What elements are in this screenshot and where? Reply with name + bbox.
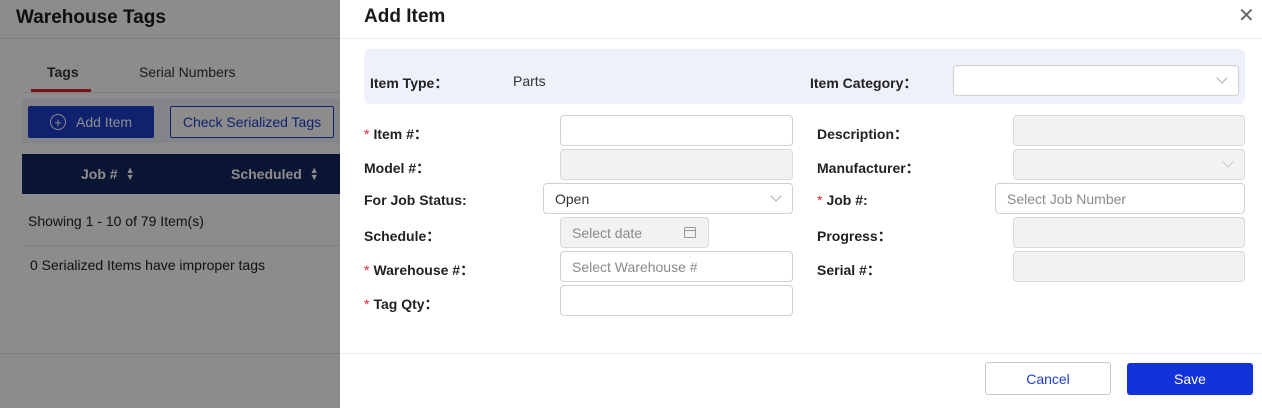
progress-label: Progress：	[817, 228, 892, 244]
description-label: Description：	[817, 126, 909, 142]
add-item-drawer: Add Item ✕ Item Type： Parts Item Categor…	[340, 0, 1262, 408]
calendar-icon	[684, 227, 696, 238]
divider	[340, 38, 1262, 39]
chevron-down-icon	[770, 190, 782, 202]
drawer-title: Add Item	[364, 6, 446, 27]
chevron-down-icon	[1216, 72, 1228, 84]
schedule-label: Schedule：	[364, 228, 441, 244]
item-type-panel: Item Type： Parts Item Category：	[364, 49, 1245, 104]
job-number-label: * Job #:	[817, 192, 868, 208]
item-number-label: * Item #：	[364, 126, 428, 142]
save-button[interactable]: Save	[1127, 363, 1253, 395]
job-status-select[interactable]: Open	[543, 183, 793, 214]
item-category-label: Item Category：	[810, 75, 918, 91]
description-field	[1013, 115, 1245, 146]
tag-qty-label: * Tag Qty：	[364, 296, 439, 312]
progress-field	[1013, 217, 1245, 248]
divider	[340, 353, 1262, 354]
model-number-label: Model #：	[364, 160, 431, 176]
close-icon[interactable]: ✕	[1238, 6, 1255, 26]
schedule-date-picker[interactable]: Select date	[560, 217, 709, 248]
manufacturer-label: Manufacturer：	[817, 160, 920, 176]
job-number-select[interactable]: Select Job Number	[995, 183, 1245, 214]
manufacturer-select	[1013, 149, 1245, 180]
warehouse-select[interactable]: Select Warehouse #	[560, 251, 793, 282]
warehouse-label: * Warehouse #：	[364, 262, 475, 278]
serial-number-label: Serial #：	[817, 262, 881, 278]
item-number-input[interactable]	[560, 115, 793, 146]
tag-qty-input[interactable]	[560, 285, 793, 316]
modal-overlay[interactable]	[0, 0, 340, 408]
item-category-select[interactable]	[953, 65, 1239, 96]
cancel-button[interactable]: Cancel	[985, 362, 1111, 395]
chevron-down-icon	[1222, 156, 1234, 168]
item-type-label: Item Type：	[370, 75, 449, 91]
item-type-value: Parts	[513, 73, 546, 89]
job-status-label: For Job Status:	[364, 192, 467, 208]
serial-number-field	[1013, 251, 1245, 282]
model-number-field	[560, 149, 793, 180]
